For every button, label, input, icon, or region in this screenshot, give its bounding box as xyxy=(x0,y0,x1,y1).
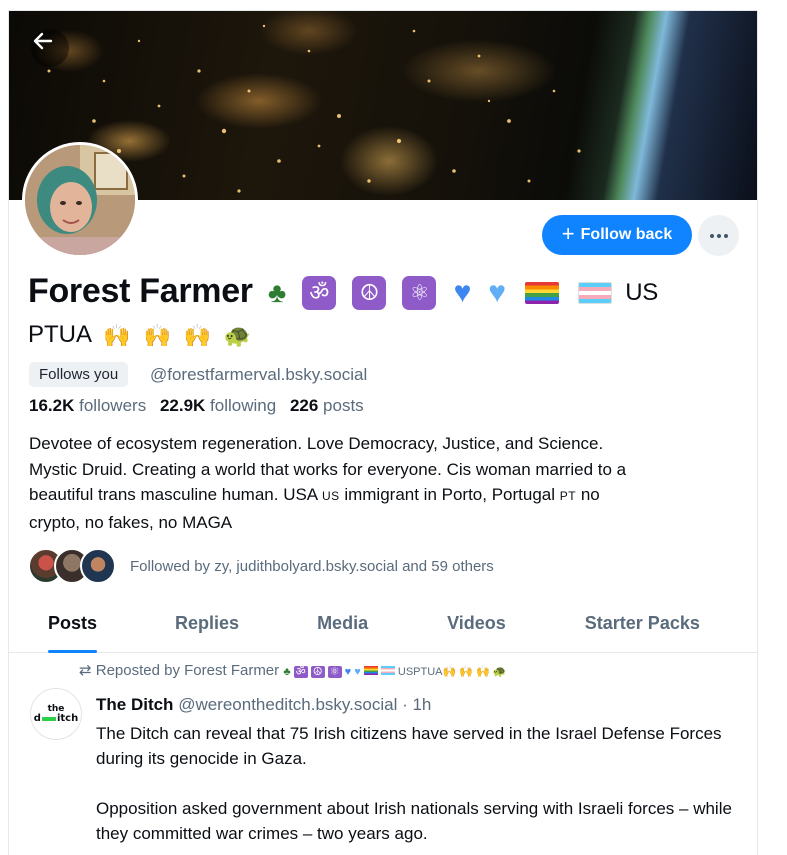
om-emoji: ॐ xyxy=(293,666,308,678)
atom-emoji: ⚛ xyxy=(327,666,342,678)
light-blue-heart-emoji: ♥ xyxy=(488,276,506,310)
tab-starter-packs[interactable]: Starter Packs xyxy=(585,603,700,653)
peace-emoji: ☮ xyxy=(310,666,325,678)
follows-you-badge: Follows you xyxy=(29,362,129,387)
plus-icon: + xyxy=(561,221,575,246)
posts-count: 226 posts xyxy=(289,396,364,415)
om-emoji: ॐ xyxy=(302,276,337,311)
post-author-avatar[interactable]: the d itch xyxy=(30,688,82,740)
blue-heart-emoji: ♥ xyxy=(453,276,472,310)
raised-hands-emoji: 🙌 xyxy=(103,322,131,348)
name-us-text: US xyxy=(625,279,659,307)
repost-indicator[interactable]: ⇄ Reposted by Forest Farmer ♣ ॐ ☮ ⚛ ♥ ♥ … xyxy=(79,661,507,679)
tab-posts[interactable]: Posts xyxy=(48,603,98,653)
raised-hands-emoji: 🙌 xyxy=(442,666,457,678)
display-name-text: Forest Farmer xyxy=(28,272,253,310)
display-name: Forest Farmer ♣ ॐ ☮ ⚛ ♥ ♥ US xyxy=(28,269,743,315)
rainbow-flag-emoji xyxy=(524,282,559,305)
post-text[interactable]: The Ditch can reveal that 75 Irish citiz… xyxy=(96,721,736,846)
tab-replies[interactable]: Replies xyxy=(175,603,239,653)
raised-hands-emoji: 🙌 xyxy=(459,666,473,678)
atom-emoji: ⚛ xyxy=(402,276,437,311)
profile-handle: @forestfarmerval.bsky.social xyxy=(150,365,368,384)
followers-link[interactable]: 16.2K followers xyxy=(29,396,146,415)
more-options-button[interactable] xyxy=(698,215,739,256)
follow-back-button[interactable]: + Follow back xyxy=(542,215,692,255)
display-name-line2: PTUA 🙌 🙌 🙌 🐢 xyxy=(28,317,251,354)
raised-hands-emoji: 🙌 xyxy=(476,666,490,678)
profile-page: + Follow back Forest Farmer ♣ ॐ ☮ ⚛ ♥ ♥ … xyxy=(8,10,758,855)
trans-flag-emoji xyxy=(380,666,395,675)
raised-hands-emoji: 🙌 xyxy=(183,322,211,348)
back-button[interactable] xyxy=(31,29,69,67)
post-author-handle[interactable]: @wereontheditch.bsky.social xyxy=(178,695,397,714)
repost-icon: ⇄ xyxy=(79,662,92,679)
tab-media[interactable]: Media xyxy=(317,603,368,653)
tree-emoji: ♣ xyxy=(283,666,291,678)
follower-avatar xyxy=(80,548,116,584)
profile-tabs: Posts Replies Media Videos Starter Packs xyxy=(9,603,757,653)
name-ptua-text: PTUA xyxy=(28,321,91,348)
following-link[interactable]: 22.9K following xyxy=(160,396,276,415)
rainbow-flag-emoji xyxy=(363,666,378,675)
followed-by[interactable]: Followed by zy, judithbolyard.bsky.socia… xyxy=(28,547,494,585)
followed-by-text: Followed by zy, judithbolyard.bsky.socia… xyxy=(130,557,494,575)
blue-heart-emoji: ♥ xyxy=(344,666,352,678)
tab-videos[interactable]: Videos xyxy=(447,603,506,653)
trans-flag-emoji xyxy=(578,282,613,305)
tree-emoji: ♣ xyxy=(267,277,286,309)
post-author-name[interactable]: The Ditch xyxy=(96,695,173,714)
post-time[interactable]: · 1h xyxy=(402,695,431,714)
profile-avatar[interactable] xyxy=(22,142,138,258)
back-arrow-icon xyxy=(33,32,53,50)
profile-stats: 16.2K followers 22.9K following 226 post… xyxy=(29,394,364,418)
turtle-emoji: 🐢 xyxy=(492,666,507,678)
raised-hands-emoji: 🙌 xyxy=(143,322,171,348)
post-header: The Ditch @wereontheditch.bsky.social · … xyxy=(96,695,431,715)
light-blue-heart-emoji: ♥ xyxy=(354,666,361,678)
peace-emoji: ☮ xyxy=(352,276,387,311)
profile-bio: Devotee of ecosystem regeneration. Love … xyxy=(29,434,627,532)
follow-back-label: Follow back xyxy=(580,226,673,243)
more-dots-icon xyxy=(709,233,714,238)
turtle-emoji: 🐢 xyxy=(223,322,251,348)
